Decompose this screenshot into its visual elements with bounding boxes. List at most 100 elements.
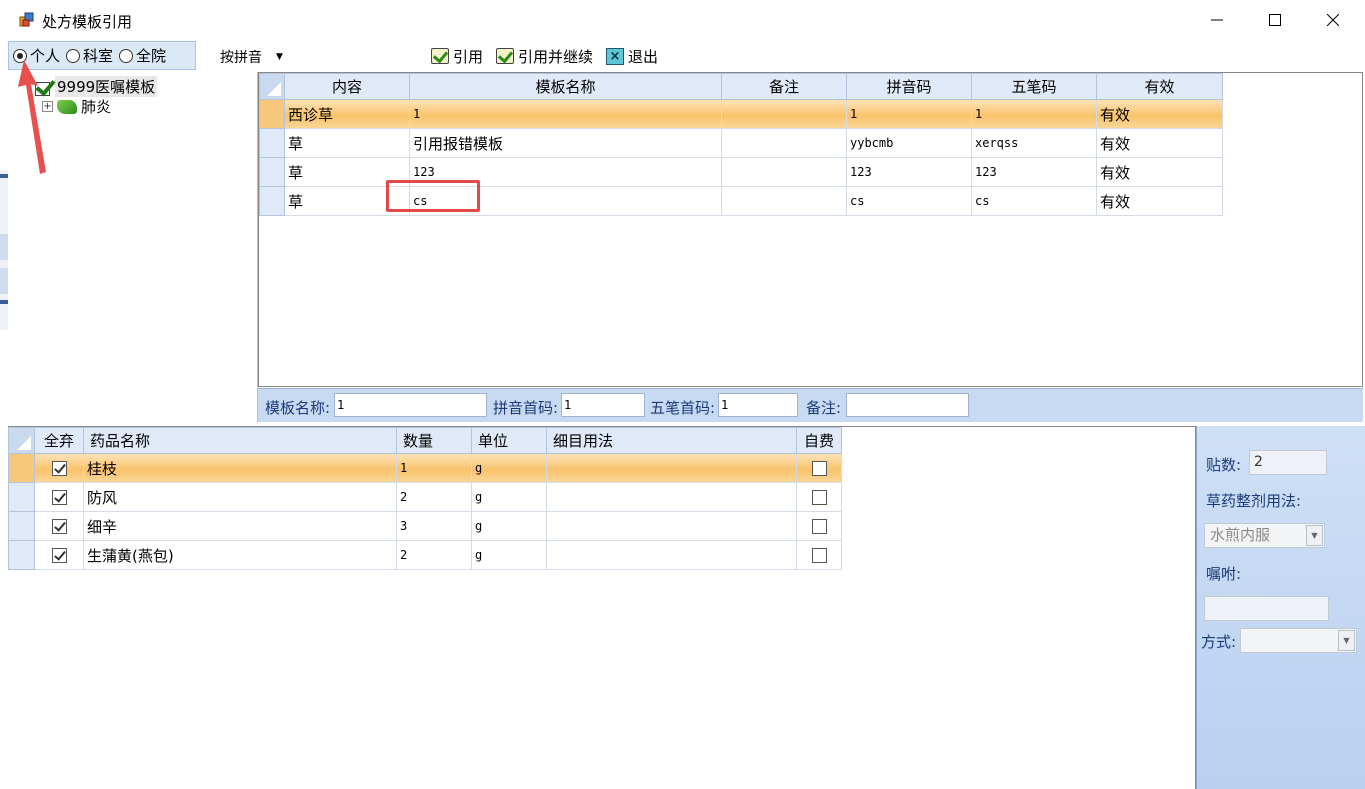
- tree-child-node[interactable]: + 肺炎: [42, 96, 111, 117]
- column-header[interactable]: 全弃: [34, 427, 84, 454]
- cell-pinyin[interactable]: 123: [846, 157, 972, 187]
- cell-drug-name[interactable]: 防风: [83, 482, 397, 512]
- cell-usage[interactable]: [546, 482, 797, 512]
- discard-checkbox[interactable]: [51, 490, 67, 505]
- cell-content[interactable]: 草: [284, 128, 410, 158]
- cell-usage[interactable]: [546, 511, 797, 541]
- cell-name[interactable]: 1: [409, 99, 722, 129]
- self-pay-cell[interactable]: [796, 453, 842, 483]
- cell-wubi[interactable]: xerqss: [971, 128, 1097, 158]
- cell-usage[interactable]: [546, 540, 797, 570]
- sort-dropdown[interactable]: 按拼音 ▼: [220, 46, 300, 68]
- row-header[interactable]: [259, 186, 285, 216]
- column-header[interactable]: 细目用法: [546, 427, 797, 454]
- column-header[interactable]: 五笔码: [971, 73, 1097, 100]
- usage-select[interactable]: 水煎内服 ▼: [1204, 523, 1325, 548]
- row-header[interactable]: [8, 540, 35, 570]
- cell-name[interactable]: 引用报错模板: [409, 128, 722, 158]
- template-name-field[interactable]: 1: [334, 393, 487, 417]
- discard-checkbox[interactable]: [51, 461, 67, 476]
- cell-pinyin[interactable]: yybcmb: [846, 128, 972, 158]
- row-header[interactable]: [259, 157, 285, 187]
- table-row[interactable]: 防风 2 g: [8, 482, 842, 512]
- instruction-field[interactable]: [1204, 596, 1329, 621]
- self-pay-checkbox[interactable]: [811, 548, 827, 563]
- self-pay-cell[interactable]: [796, 511, 842, 541]
- column-header[interactable]: 单位: [471, 427, 547, 454]
- column-header[interactable]: 自费: [796, 427, 842, 454]
- row-header[interactable]: [259, 128, 285, 158]
- cell-note[interactable]: [721, 99, 847, 129]
- column-header[interactable]: 有效: [1096, 73, 1223, 100]
- chevron-down-icon[interactable]: ▼: [1338, 630, 1355, 651]
- cell-drug-name[interactable]: 桂枝: [83, 453, 397, 483]
- cell-note[interactable]: [721, 186, 847, 216]
- select-all-corner[interactable]: [8, 427, 35, 454]
- cell-drug-name[interactable]: 生蒲黄(燕包): [83, 540, 397, 570]
- cell-unit[interactable]: g: [471, 540, 547, 570]
- cell-valid[interactable]: 有效: [1096, 157, 1223, 187]
- exit-button[interactable]: × 退出: [606, 45, 658, 67]
- column-header[interactable]: 模板名称: [409, 73, 722, 100]
- cell-wubi[interactable]: cs: [971, 186, 1097, 216]
- method-select[interactable]: ▼: [1240, 628, 1357, 653]
- note-field[interactable]: [846, 393, 969, 417]
- minimize-button[interactable]: [1188, 0, 1246, 40]
- row-header[interactable]: [8, 453, 35, 483]
- cell-unit[interactable]: g: [471, 453, 547, 483]
- self-pay-checkbox[interactable]: [811, 519, 827, 534]
- cell-pinyin[interactable]: cs: [846, 186, 972, 216]
- self-pay-cell[interactable]: [796, 482, 842, 512]
- radio-department[interactable]: 科室: [66, 45, 113, 66]
- row-header[interactable]: [8, 482, 35, 512]
- wubi-initial-field[interactable]: 1: [718, 393, 798, 417]
- cell-valid[interactable]: 有效: [1096, 186, 1223, 216]
- cell-wubi[interactable]: 1: [971, 99, 1097, 129]
- cell-qty[interactable]: 1: [396, 453, 472, 483]
- table-row[interactable]: 桂枝 1 g: [8, 453, 842, 483]
- cell-valid[interactable]: 有效: [1096, 128, 1223, 158]
- table-row[interactable]: 生蒲黄(燕包) 2 g: [8, 540, 842, 570]
- doses-field[interactable]: 2: [1249, 450, 1327, 475]
- self-pay-cell[interactable]: [796, 540, 842, 570]
- column-header[interactable]: 数量: [396, 427, 472, 454]
- cell-content[interactable]: 西诊草: [284, 99, 410, 129]
- discard-checkbox[interactable]: [51, 548, 67, 563]
- table-row[interactable]: 草 引用报错模板 yybcmb xerqss 有效: [259, 128, 1223, 158]
- column-header[interactable]: 内容: [284, 73, 410, 100]
- pinyin-initial-field[interactable]: 1: [561, 393, 645, 417]
- cell-qty[interactable]: 2: [396, 540, 472, 570]
- reference-button[interactable]: 引用: [431, 45, 483, 67]
- cell-note[interactable]: [721, 157, 847, 187]
- cell-drug-name[interactable]: 细辛: [83, 511, 397, 541]
- cell-qty[interactable]: 2: [396, 482, 472, 512]
- row-header[interactable]: [259, 99, 285, 129]
- cell-valid[interactable]: 有效: [1096, 99, 1223, 129]
- discard-cell[interactable]: [34, 511, 84, 541]
- close-button[interactable]: [1304, 0, 1362, 40]
- tree-root-node[interactable]: 9999医嘱模板: [35, 76, 158, 97]
- discard-cell[interactable]: [34, 453, 84, 483]
- maximize-button[interactable]: [1246, 0, 1304, 40]
- cell-unit[interactable]: g: [471, 511, 547, 541]
- self-pay-checkbox[interactable]: [811, 461, 827, 476]
- row-header[interactable]: [8, 511, 35, 541]
- cell-wubi[interactable]: 123: [971, 157, 1097, 187]
- select-all-corner[interactable]: [259, 73, 285, 100]
- cell-qty[interactable]: 3: [396, 511, 472, 541]
- cell-note[interactable]: [721, 128, 847, 158]
- reference-continue-button[interactable]: 引用并继续: [496, 45, 593, 67]
- chevron-down-icon[interactable]: ▼: [1306, 525, 1323, 546]
- radio-hospital[interactable]: 全院: [119, 45, 166, 66]
- column-header[interactable]: 备注: [721, 73, 847, 100]
- column-header[interactable]: 药品名称: [83, 427, 397, 454]
- discard-cell[interactable]: [34, 540, 84, 570]
- table-row[interactable]: 西诊草 1 1 1 有效: [259, 99, 1223, 129]
- discard-checkbox[interactable]: [51, 519, 67, 534]
- discard-cell[interactable]: [34, 482, 84, 512]
- cell-pinyin[interactable]: 1: [846, 99, 972, 129]
- table-row[interactable]: 细辛 3 g: [8, 511, 842, 541]
- column-header[interactable]: 拼音码: [846, 73, 972, 100]
- self-pay-checkbox[interactable]: [811, 490, 827, 505]
- cell-usage[interactable]: [546, 453, 797, 483]
